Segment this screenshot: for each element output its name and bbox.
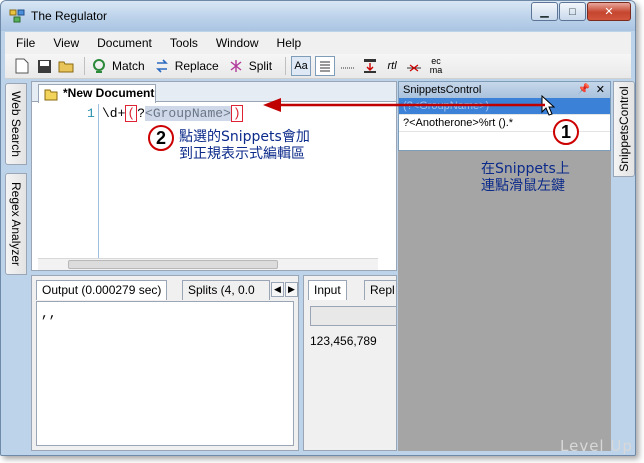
split-button[interactable]: Split [249, 59, 272, 73]
line-number: 1 [87, 106, 95, 121]
case-toggle[interactable]: Aa [291, 56, 312, 76]
close-button[interactable]: ✕ [587, 2, 631, 21]
menu-bar: File View Document Tools Window Help [5, 32, 631, 54]
annotation-arrow [263, 98, 545, 112]
right-to-left-icon[interactable]: rtl [383, 57, 401, 75]
minimize-icon: ▁ [540, 6, 549, 18]
explicit-capture-icon[interactable] [361, 57, 379, 75]
title-bar: The Regulator ▁ □ ✕ [1, 1, 635, 31]
scrollbar-thumb[interactable] [68, 260, 278, 269]
maximize-icon: □ [569, 5, 576, 18]
tab-snippets-control[interactable]: SnippetsControl [613, 81, 635, 177]
new-document-icon[interactable] [13, 57, 31, 75]
step-2-badge: 2 [148, 125, 174, 151]
open-paren-highlight: ( [125, 105, 138, 122]
minimize-button[interactable]: ▁ [531, 2, 558, 21]
tab-new-document[interactable]: *New Document [38, 84, 156, 103]
output-text[interactable]: ,, [36, 301, 294, 446]
toolbar-separator [84, 57, 85, 75]
snippets-control: SnippetsControl 📌 ✕ (?<GroupName>) ?<Ano… [398, 81, 611, 151]
match-button[interactable]: Match [112, 59, 145, 73]
tab-input[interactable]: Input [308, 280, 347, 300]
save-icon[interactable] [35, 57, 53, 75]
document-tab-title: *New Document [63, 86, 155, 100]
step-1-annotation: 在Snippets上 連點滑鼠左鍵 [481, 161, 570, 194]
input-panel: Input Repl 123,456,789 [303, 275, 397, 451]
app-icon [9, 9, 25, 23]
tab-output[interactable]: Output (0.000279 sec) [36, 280, 168, 300]
tab-scroll-right-icon[interactable]: ▶ [285, 282, 298, 297]
tab-regex-analyzer-label: Regex Analyzer [9, 181, 23, 267]
input-text[interactable]: 123,456,789 [310, 334, 377, 348]
snippets-close-icon[interactable]: ✕ [596, 82, 605, 98]
snippets-dock-area: SnippetsControl 📌 ✕ (?<GroupName>) ?<Ano… [398, 81, 611, 451]
tab-regex-analyzer[interactable]: Regex Analyzer [5, 173, 27, 275]
replace-icon[interactable] [153, 57, 171, 75]
horizontal-scrollbar[interactable] [38, 258, 378, 270]
menu-window[interactable]: Window [209, 36, 266, 50]
pin-icon[interactable]: 📌 [578, 82, 590, 98]
code-prefix: \d+ [102, 106, 126, 121]
ecma-script-toggle[interactable]: ec ma [427, 57, 445, 75]
document-folder-icon [44, 89, 58, 101]
split-icon[interactable] [227, 57, 245, 75]
close-paren-highlight: ) [230, 105, 243, 122]
code-question: ? [137, 106, 146, 121]
gutter-divider [98, 104, 99, 260]
ignore-whitespace-icon[interactable] [405, 57, 423, 75]
tab-snippets-control-label: SnippetsControl [617, 86, 631, 172]
singleline-icon[interactable] [339, 57, 357, 75]
input-toolbar-field[interactable] [310, 306, 396, 326]
close-icon: ✕ [604, 6, 614, 18]
tab-web-search[interactable]: Web Search [5, 83, 27, 165]
tab-replace[interactable]: Repl [364, 280, 396, 300]
match-icon[interactable] [90, 57, 108, 75]
toolbar-separator [285, 57, 287, 75]
menu-file[interactable]: File [9, 36, 42, 50]
tab-splits[interactable]: Splits (4, 0.0 [182, 280, 270, 300]
menu-tools[interactable]: Tools [163, 36, 205, 50]
multiline-toggle-icon[interactable] [315, 56, 336, 76]
maximize-button[interactable]: □ [559, 2, 586, 21]
app-window: The Regulator ▁ □ ✕ File View Document T… [0, 0, 636, 456]
menu-help[interactable]: Help [270, 36, 309, 50]
open-folder-icon[interactable] [57, 57, 75, 75]
tab-web-search-label: Web Search [9, 91, 23, 157]
step-1-badge: 1 [553, 119, 579, 145]
window-title: The Regulator [31, 9, 108, 23]
toolbar: Match Replace Split Aa rtl ec ma [5, 54, 631, 79]
menu-view[interactable]: View [46, 36, 86, 50]
watermark: Level Up [560, 437, 633, 455]
inserted-snippet-text: <GroupName> [145, 106, 231, 121]
step-2-annotation: 點選的Snippets會加 到正規表示式編輯區 [179, 129, 310, 162]
replace-button[interactable]: Replace [175, 59, 219, 73]
tab-scroll-left-icon[interactable]: ◀ [271, 282, 284, 297]
regex-editor[interactable]: \d+(?<GroupName>) [102, 105, 243, 122]
output-panel: Output (0.000279 sec) Splits (4, 0.0 ◀ ▶… [31, 275, 299, 451]
menu-document[interactable]: Document [90, 36, 159, 50]
